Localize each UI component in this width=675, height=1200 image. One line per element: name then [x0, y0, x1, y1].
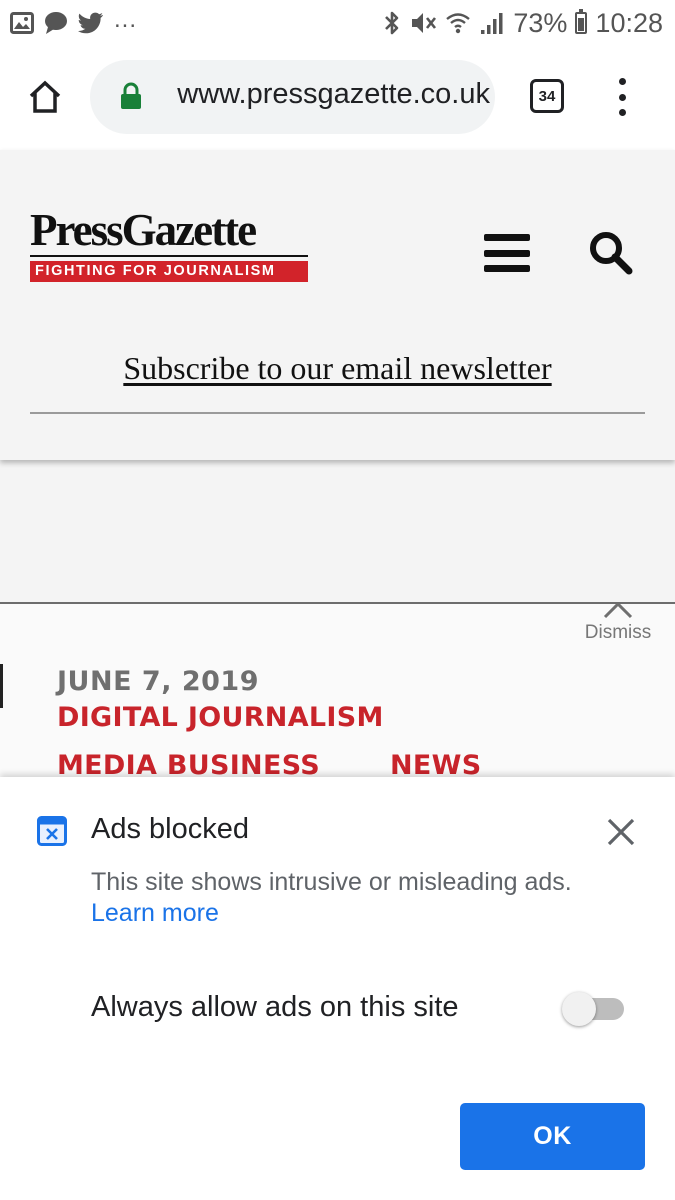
cell-signal-icon	[479, 10, 505, 36]
category-link-media-business[interactable]: MEDIA BUSINESS	[57, 750, 320, 780]
battery-percent: 73%	[513, 7, 568, 38]
close-sheet-button[interactable]	[604, 815, 638, 849]
ads-blocked-sheet: Ads blocked This site shows intrusive or…	[0, 777, 675, 1200]
sheet-description: This site shows intrusive or misleading …	[91, 867, 611, 929]
ads-blocked-icon	[37, 816, 67, 846]
learn-more-link[interactable]: Learn more	[91, 899, 219, 927]
bluetooth-icon	[383, 10, 401, 36]
vibrate-mute-icon	[409, 10, 437, 36]
home-icon	[29, 80, 61, 113]
lock-icon	[121, 82, 141, 109]
category-link-news[interactable]: NEWS	[390, 750, 481, 780]
wifi-icon	[445, 10, 471, 36]
side-marker	[0, 664, 3, 708]
category-link-digital-journalism[interactable]: DIGITAL JOURNALISM	[57, 702, 384, 733]
battery-icon	[575, 9, 588, 34]
tab-count: 34	[538, 87, 556, 105]
hamburger-menu-icon[interactable]	[484, 234, 530, 272]
logo-tagline: FIGHTING FOR JOURNALISM	[30, 261, 308, 282]
sheet-description-text: This site shows intrusive or misleading …	[91, 868, 572, 896]
twitter-bird-icon	[78, 12, 104, 34]
allow-ads-toggle[interactable]	[562, 992, 626, 1026]
logo-wordmark: PressGazette	[30, 208, 308, 257]
battery-level-fill	[578, 17, 585, 31]
status-time: 10:28	[595, 7, 663, 38]
subscribe-newsletter-link[interactable]: Subscribe to our email newsletter	[0, 350, 675, 387]
address-bar[interactable]: www.pressgazette.co.uk	[90, 60, 495, 134]
browser-toolbar: www.pressgazette.co.uk 34	[0, 48, 675, 148]
image-icon	[10, 12, 34, 34]
close-icon	[607, 818, 635, 846]
chat-bubble-icon	[44, 11, 68, 35]
search-icon[interactable]	[586, 228, 634, 276]
dismiss-ad-button[interactable]: Dismiss	[580, 604, 656, 644]
tab-switcher-button[interactable]: 34	[530, 79, 564, 113]
sheet-title: Ads blocked	[91, 813, 249, 845]
more-vert-icon[interactable]	[605, 74, 639, 120]
close-icon	[603, 604, 633, 619]
article-date: JUNE 7, 2019	[57, 666, 260, 697]
site-header: PressGazette FIGHTING FOR JOURNALISM Sub…	[0, 150, 675, 460]
url-text: www.pressgazette.co.uk	[177, 78, 490, 110]
status-bar: ... 73% 10:28	[0, 0, 675, 48]
status-overflow: ...	[114, 6, 138, 33]
allow-ads-label: Always allow ads on this site	[91, 991, 459, 1023]
home-button[interactable]	[22, 72, 68, 122]
toggle-knob	[562, 992, 596, 1026]
article-meta: Dismiss JUNE 7, 2019 DIGITAL JOURNALISM …	[0, 604, 675, 780]
dismiss-label: Dismiss	[584, 622, 652, 643]
system-status: 73% 10:28	[383, 6, 663, 40]
site-logo[interactable]: PressGazette FIGHTING FOR JOURNALISM	[30, 208, 310, 282]
header-divider	[30, 412, 645, 414]
ok-button[interactable]: OK	[460, 1103, 645, 1170]
notification-icons: ...	[10, 6, 138, 38]
